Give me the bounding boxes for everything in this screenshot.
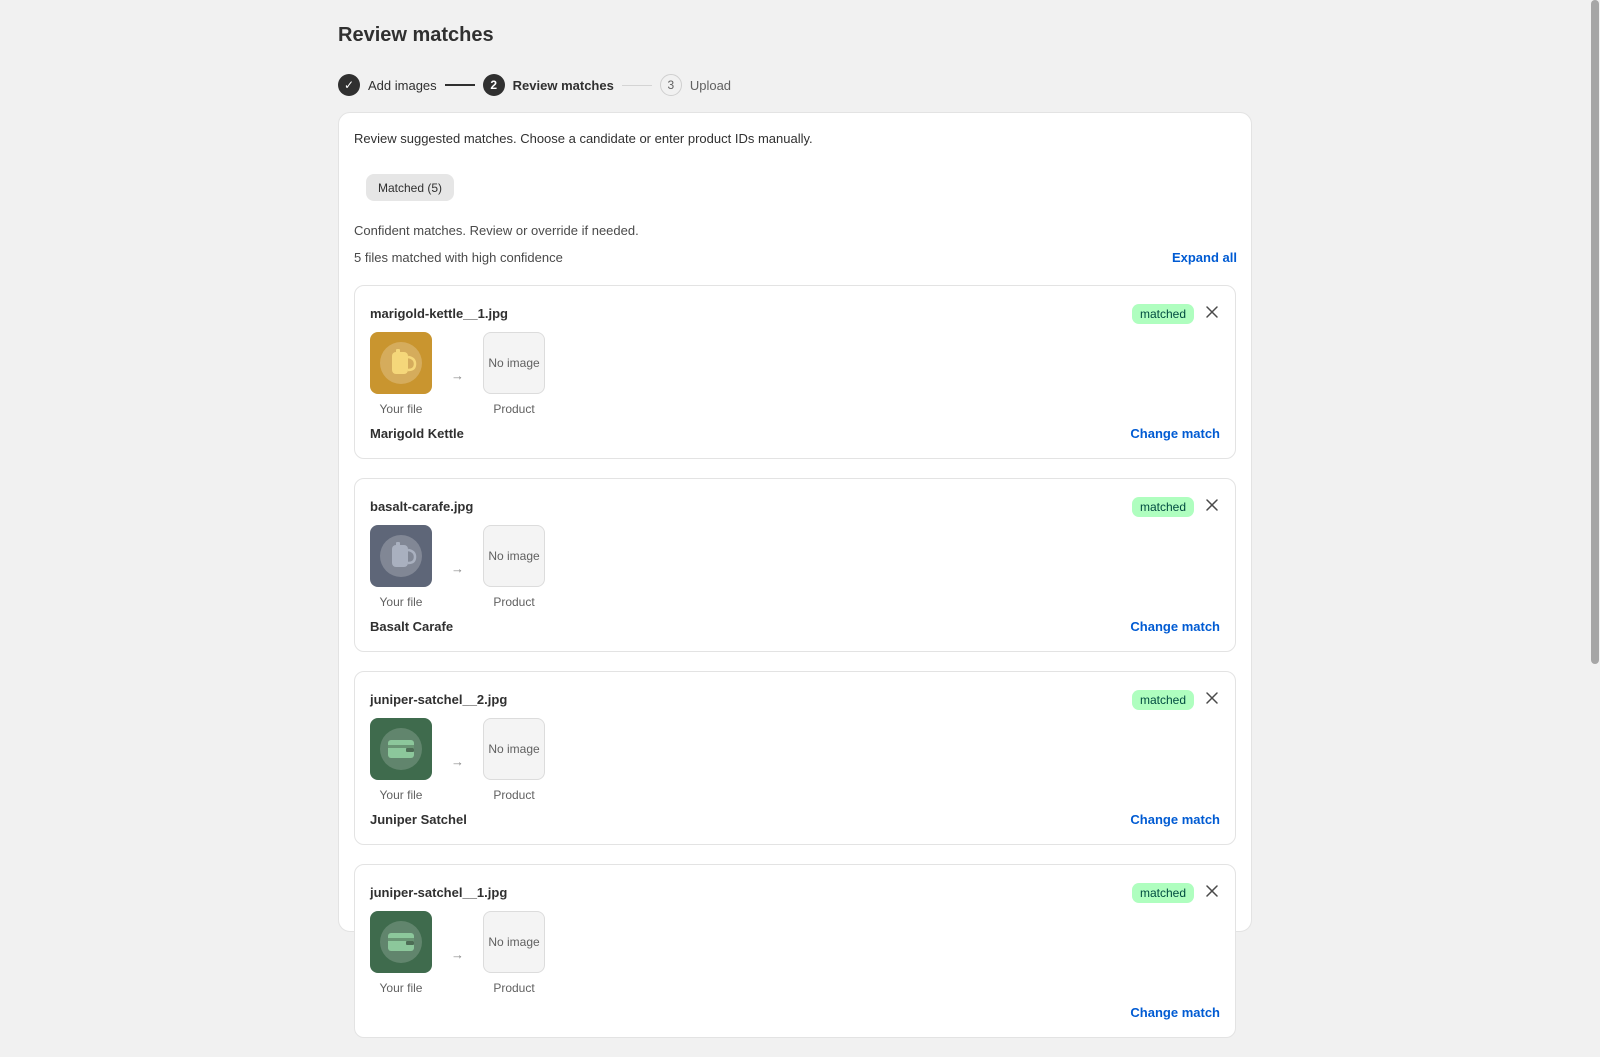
step-number: 2 xyxy=(482,74,505,96)
your-file-thumbnail: Your file xyxy=(370,525,432,609)
product-name: Marigold Kettle xyxy=(370,426,464,441)
match-card-2: basalt-carafe.jpg matched Your file → No… xyxy=(354,478,1236,652)
bag-icon xyxy=(380,921,422,963)
match-list: marigold-kettle__1.jpg matched Your file… xyxy=(354,285,1236,1057)
product-label: Product xyxy=(493,402,535,416)
page-title: Review matches xyxy=(338,24,494,46)
product-name: Juniper Satchel xyxy=(370,812,467,827)
change-match-button[interactable]: Change match xyxy=(1130,812,1220,827)
file-image xyxy=(370,525,432,587)
change-match-button[interactable]: Change match xyxy=(1130,1005,1220,1020)
step-add-images[interactable]: ✓ Add images xyxy=(338,74,437,96)
step-review-matches[interactable]: 2 Review matches xyxy=(482,74,614,96)
scrollbar-thumb[interactable] xyxy=(1591,0,1599,664)
no-image-placeholder: No image xyxy=(483,911,545,973)
arrow-right-icon: → xyxy=(451,561,464,576)
file-name: juniper-satchel__1.jpg xyxy=(370,885,508,900)
arrow-right-icon: → xyxy=(451,368,464,383)
close-icon[interactable] xyxy=(1201,301,1223,323)
product-thumbnail: No image Product xyxy=(483,332,545,416)
file-image xyxy=(370,332,432,394)
intro-text: Review suggested matches. Choose a candi… xyxy=(354,131,813,146)
status-badge: matched xyxy=(1131,690,1194,710)
mug-icon xyxy=(380,535,422,577)
check-icon: ✓ xyxy=(338,74,360,96)
scrollbar[interactable] xyxy=(1590,0,1600,900)
expand-all-button[interactable]: Expand all xyxy=(1172,250,1237,265)
status-badge: matched xyxy=(1131,883,1194,903)
step-upload[interactable]: 3 Upload xyxy=(659,74,732,96)
file-name: juniper-satchel__2.jpg xyxy=(370,692,508,707)
file-name: basalt-carafe.jpg xyxy=(370,499,474,514)
step-connector xyxy=(444,84,475,86)
no-image-placeholder: No image xyxy=(483,332,545,394)
no-image-placeholder: No image xyxy=(483,525,545,587)
file-image xyxy=(370,718,432,780)
step-label: Review matches xyxy=(512,77,614,93)
bag-icon xyxy=(380,728,422,770)
product-label: Product xyxy=(493,595,535,609)
tab-matched[interactable]: Matched (5) xyxy=(366,174,455,201)
match-card-1: marigold-kettle__1.jpg matched Your file… xyxy=(354,285,1236,459)
your-file-thumbnail: Your file xyxy=(370,718,432,802)
step-connector xyxy=(621,84,652,86)
file-name: marigold-kettle__1.jpg xyxy=(370,306,508,321)
step-label: Add images xyxy=(368,77,437,93)
close-icon[interactable] xyxy=(1201,880,1223,902)
product-label: Product xyxy=(493,788,535,802)
product-thumbnail: No image Product xyxy=(483,525,545,609)
close-icon[interactable] xyxy=(1201,494,1223,516)
status-badge: matched xyxy=(1131,497,1194,517)
no-image-placeholder: No image xyxy=(483,718,545,780)
your-file-label: Your file xyxy=(379,595,423,609)
review-card: Review suggested matches. Choose a candi… xyxy=(338,112,1252,1038)
mug-icon xyxy=(380,342,422,384)
arrow-right-icon: → xyxy=(451,754,464,769)
your-file-label: Your file xyxy=(379,788,423,802)
change-match-button[interactable]: Change match xyxy=(1130,426,1220,441)
matched-description: Confident matches. Review or override if… xyxy=(354,223,639,238)
stepper: ✓ Add images 2 Review matches 3 Upload xyxy=(338,73,731,97)
your-file-label: Your file xyxy=(379,402,423,416)
close-icon[interactable] xyxy=(1201,687,1223,709)
match-card-4: juniper-satchel__1.jpg matched Your file… xyxy=(354,864,1236,1038)
matched-count: 5 files matched with high confidence xyxy=(354,250,563,265)
your-file-label: Your file xyxy=(379,981,423,995)
product-thumbnail: No image Product xyxy=(483,911,545,995)
arrow-right-icon: → xyxy=(451,947,464,962)
change-match-button[interactable]: Change match xyxy=(1130,619,1220,634)
step-label: Upload xyxy=(689,77,732,93)
product-thumbnail: No image Product xyxy=(483,718,545,802)
your-file-thumbnail: Your file xyxy=(370,332,432,416)
product-label: Product xyxy=(493,981,535,995)
your-file-thumbnail: Your file xyxy=(370,911,432,995)
match-card-3: juniper-satchel__2.jpg matched Your file… xyxy=(354,671,1236,845)
file-image xyxy=(370,911,432,973)
step-number: 3 xyxy=(659,74,682,96)
status-badge: matched xyxy=(1131,304,1194,324)
product-name: Basalt Carafe xyxy=(370,619,454,634)
